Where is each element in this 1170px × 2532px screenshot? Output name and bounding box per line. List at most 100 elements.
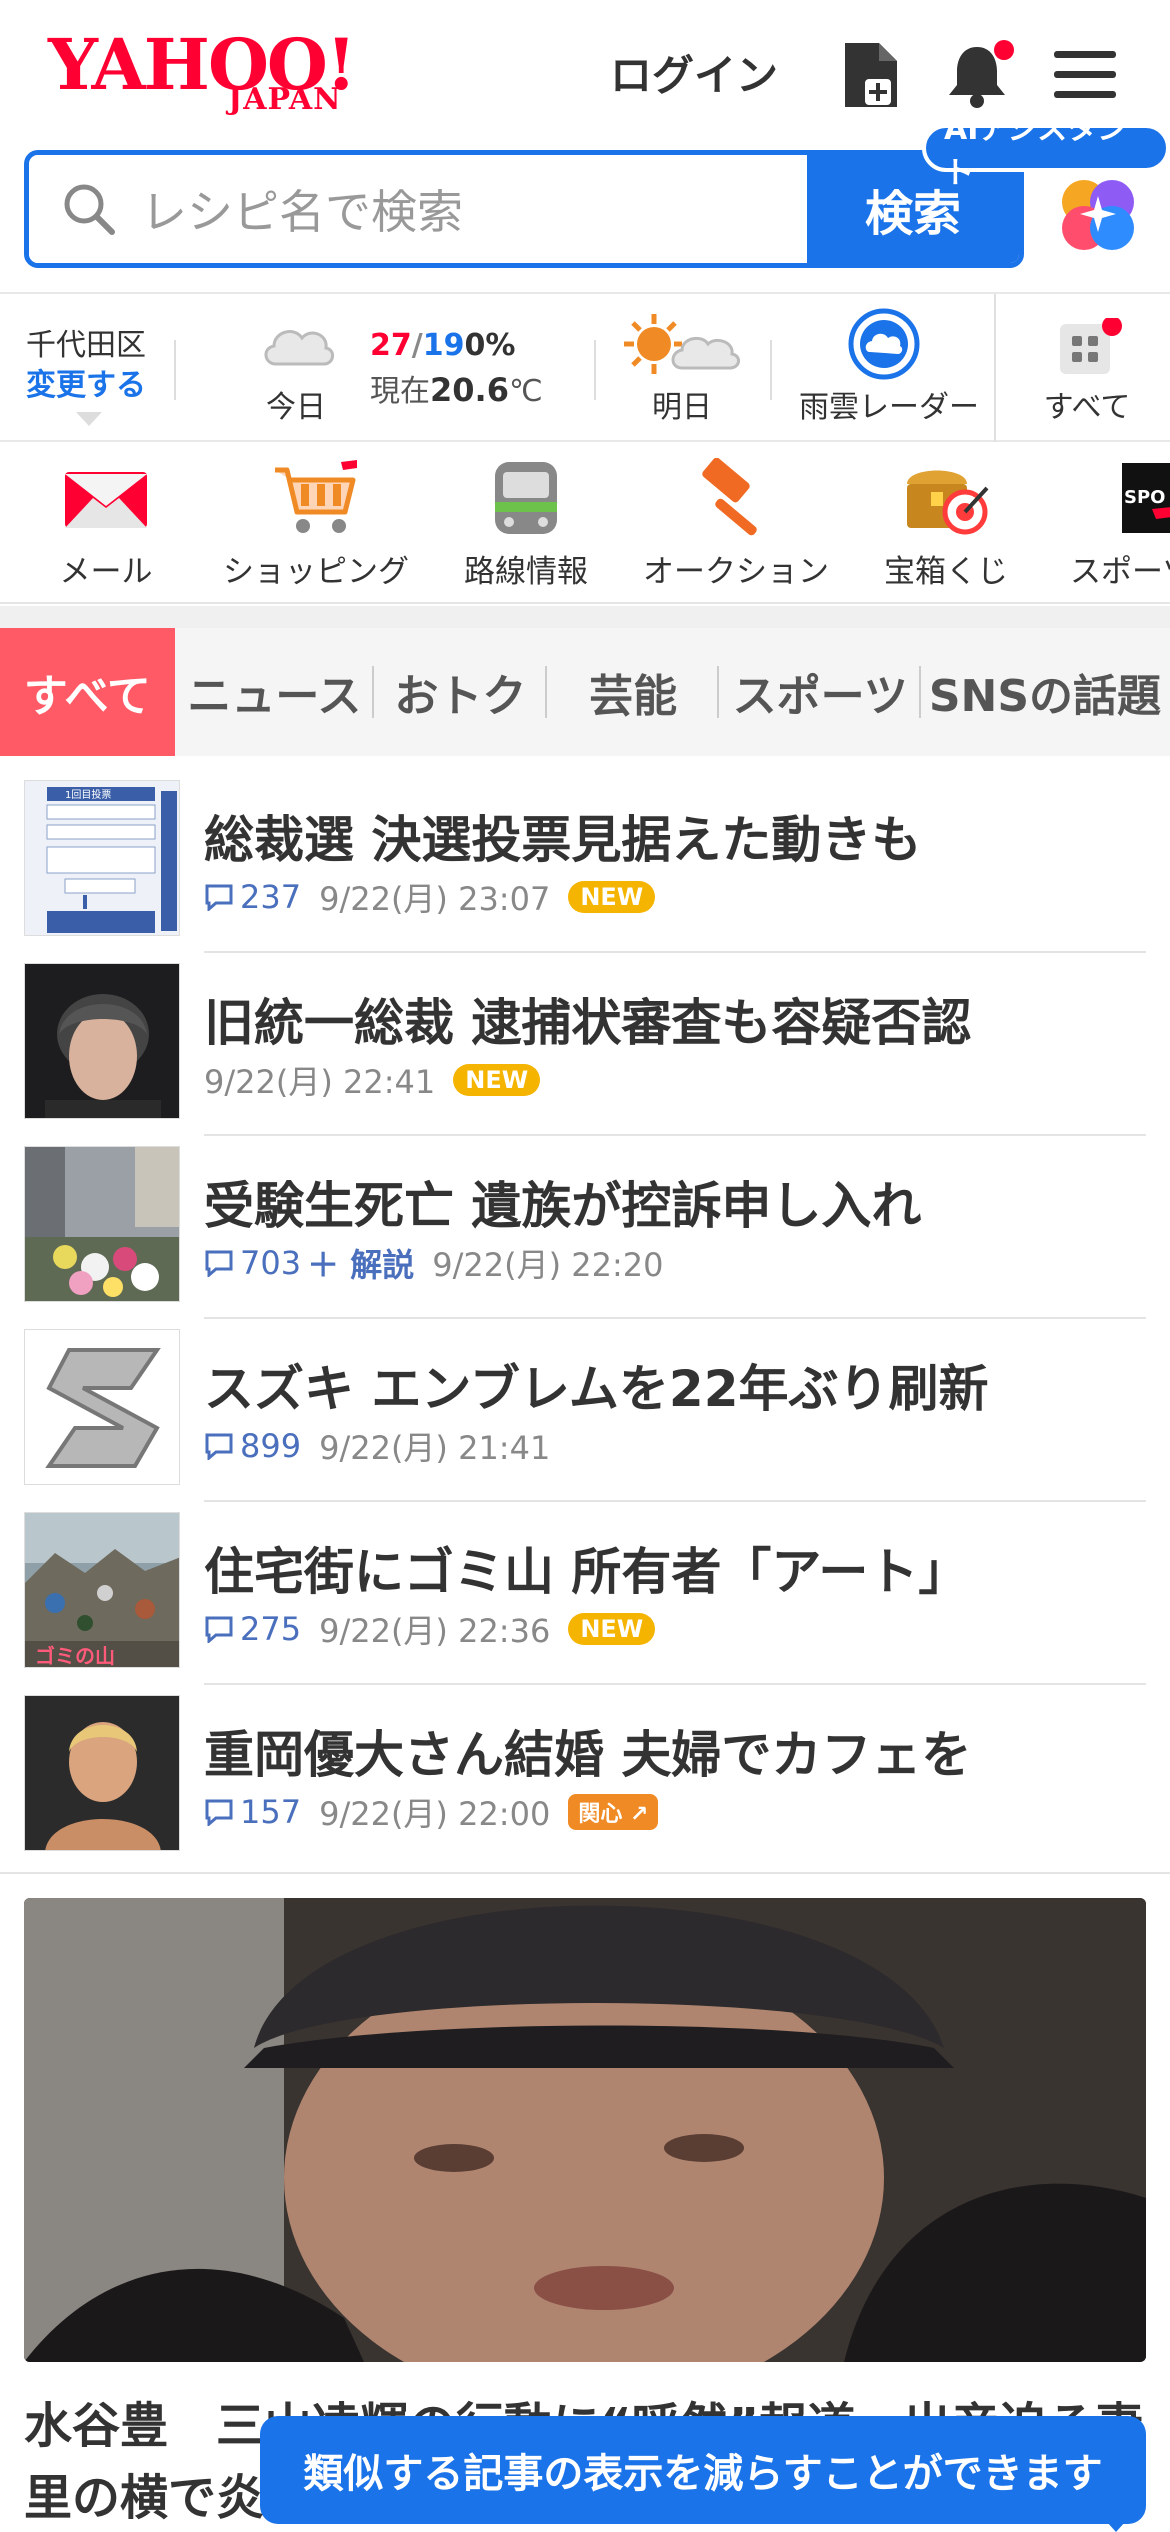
news-list: 1回目投票 総裁選 決選投票見据えた動きも 237 9/22(月) 23:07 … [0,770,1170,1868]
comment-icon [205,1250,233,1277]
new-badge: NEW [568,881,656,913]
radar-icon [848,308,920,380]
comment-count-value: 899 [240,1427,302,1465]
radar-label: 雨雲レーダー [799,390,979,425]
sports-icon: SPO [1122,458,1170,538]
service-auction[interactable]: オークション [636,458,836,598]
news-title[interactable]: 受験生死亡 遺族が控訴申し入れ [204,1166,921,1238]
comment-icon [205,1799,233,1826]
tab-sns-topics[interactable]: SNSの話題 [921,628,1170,756]
weather-location[interactable]: 千代田区 変更する [26,326,146,406]
news-time: 9/22(月) 22:00 [319,1795,551,1833]
weather-strip: 千代田区 変更する 今日 27/190% 現在20.6℃ 明日 雨雲レーダー す… [0,292,1170,442]
service-sports[interactable]: SPO スポーツ [1056,458,1170,598]
service-transit[interactable]: 路線情報 [426,458,626,598]
tab-sports[interactable]: スポーツ [719,628,922,756]
comment-count-value: 703 [240,1244,302,1282]
service-treasure-lottery[interactable]: 宝箱くじ [846,458,1046,598]
comment-count-value: 237 [240,878,302,916]
new-badge: NEW [568,1613,656,1645]
ai-assistant-icon[interactable] [1058,174,1138,254]
news-title[interactable]: スズキ エンブレムを22年ぶり刷新 [204,1349,989,1421]
news-time: 9/22(月) 21:41 [319,1429,551,1467]
comment-icon [205,1616,233,1643]
mail-icon [61,458,151,538]
search-bar: レシピ名で検索 検索 [24,150,1024,268]
yahoo-japan-logo[interactable]: YAHOO! JAPAN [48,30,368,120]
suzuki-emblem-icon [25,1330,179,1484]
tab-deals[interactable]: おトク [374,628,547,756]
cart-icon [271,458,361,538]
grid-icon [1060,318,1122,374]
search-placeholder: レシピ名で検索 [141,185,463,239]
news-item[interactable]: 重岡優大さん結婚 夫婦でカフェを 157 9/22(月) 22:00 関心 ↗ [0,1685,1170,1868]
news-thumbnail [24,1695,180,1851]
feature-photo[interactable] [24,1898,1146,2362]
now-prefix: 現在 [370,374,430,409]
news-time: 9/22(月) 22:41 [204,1063,436,1101]
news-thumbnail [24,963,180,1119]
news-thumbnail: ゴミの山 [24,1512,180,1668]
temp-slash: / [411,328,423,363]
category-tabs: すべて ニュース おトク 芸能 スポーツ SNSの話題 [0,628,1170,756]
search-input[interactable]: レシピ名で検索 [29,155,807,263]
high-temp: 27 [370,328,412,363]
divider [0,1872,1170,1874]
new-doc-icon[interactable] [826,30,916,120]
trending-up-icon: ↗ [622,1802,649,1827]
ai-assistant-badge[interactable]: AIアシスタント [922,112,1170,191]
comment-count[interactable]: 275 [204,1610,301,1648]
current-temperature: 現在20.6℃ [370,366,543,410]
cloud-icon [264,330,334,366]
news-title[interactable]: 重岡優大さん結婚 夫婦でカフェを [204,1715,971,1787]
news-thumbnail [24,1146,180,1302]
tomorrow-label: 明日 [652,390,712,425]
treasure-icon [901,458,991,538]
tab-entertainment[interactable]: 芸能 [547,628,720,756]
news-title[interactable]: 旧統一総裁 逮捕状審査も容疑否認 [204,983,971,1055]
news-time: 9/22(月) 23:07 [319,880,551,918]
news-meta: 9/22(月) 22:41 NEW [204,1057,541,1103]
news-item[interactable]: 受験生死亡 遺族が控訴申し入れ 703 ＋ 解説 9/22(月) 22:20 [0,1136,1170,1319]
news-item[interactable]: スズキ エンブレムを22年ぶり刷新 899 9/22(月) 21:41 [0,1319,1170,1502]
service-label: 宝箱くじ [884,554,1008,590]
news-title[interactable]: 総裁選 決選投票見据えた動きも [204,800,921,872]
news-meta: 899 9/22(月) 21:41 [204,1423,550,1469]
change-location-link[interactable]: 変更する [26,366,146,406]
comment-count-value: 157 [240,1793,302,1831]
news-item[interactable]: ゴミの山 住宅街にゴミ山 所有者「アート」 275 9/22(月) 22:36 … [0,1502,1170,1685]
login-link[interactable]: ログイン [610,42,778,103]
comment-count[interactable]: 703 ＋ 解説 [204,1240,414,1286]
service-shopping[interactable]: ショッピング [216,458,416,598]
now-temp: 20.6 [430,371,509,409]
now-unit: ℃ [508,374,543,409]
service-label: 路線情報 [464,554,588,590]
comment-count[interactable]: 157 [204,1793,301,1831]
divider [174,340,176,400]
service-mail[interactable]: メール [6,458,206,598]
tab-all[interactable]: すべて [0,628,175,756]
comment-icon [205,1433,233,1460]
comment-count[interactable]: 237 [204,878,301,916]
new-badge: NEW [453,1064,541,1096]
low-temp: 19 [422,328,465,363]
comment-count[interactable]: 899 [204,1427,301,1465]
news-meta: 157 9/22(月) 22:00 関心 ↗ [204,1789,659,1835]
news-item[interactable]: 旧統一総裁 逮捕状審査も容疑否認 9/22(月) 22:41 NEW [0,953,1170,1136]
rain-radar-button[interactable]: 雨雲レーダー [794,308,984,438]
rain-chance: 0% [464,328,516,363]
news-meta: 703 ＋ 解説 9/22(月) 22:20 [204,1240,663,1286]
news-title[interactable]: 住宅街にゴミ山 所有者「アート」 [204,1532,968,1604]
divider [594,340,596,400]
hint-tooltip[interactable]: 類似する記事の表示を減らすことができます [260,2416,1146,2524]
tab-news[interactable]: ニュース [175,628,375,756]
comment-count-value: 275 [240,1610,302,1648]
all-services-button[interactable]: すべて [1012,308,1162,438]
tabs-gap [0,606,1170,628]
search-icon [64,184,115,235]
all-label: すべて [1043,390,1131,425]
news-thumbnail: 1回目投票 [24,780,180,936]
news-item[interactable]: 1回目投票 総裁選 決選投票見据えた動きも 237 9/22(月) 23:07 … [0,770,1170,953]
location-name: 千代田区 [26,328,146,363]
news-thumbnail [24,1329,180,1485]
